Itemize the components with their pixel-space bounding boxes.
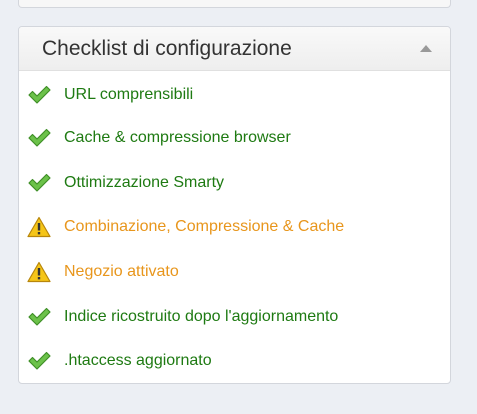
panel-header[interactable]: Checklist di configurazione [19,27,450,71]
warning-icon [27,261,51,283]
checklist-item-label: Ottimizzazione Smarty [64,174,225,191]
checklist-item-url-rewriting[interactable]: URL comprensibili [27,82,193,108]
checklist-item-label: .htaccess aggiornato [64,352,212,369]
chevron-up-icon[interactable] [416,39,436,59]
previous-panel-edge [18,0,451,8]
checklist-item-index-rebuilt[interactable]: Indice ricostruito dopo l'aggiornamento [27,304,338,330]
checklist-item-label: Combinazione, Compressione & Cache [64,218,345,235]
checklist-item-htaccess[interactable]: .htaccess aggiornato [27,348,212,374]
check-icon [27,350,51,372]
checklist-item-browser-cache[interactable]: Cache & compressione browser [27,125,291,151]
checklist-item-label: URL comprensibili [64,86,194,103]
check-icon [27,127,51,149]
checklist-item-smarty[interactable]: Ottimizzazione Smarty [27,170,224,196]
checklist-item-ccc[interactable]: Combinazione, Compressione & Cache [27,214,344,240]
check-icon [27,84,51,106]
checklist-item-label: Indice ricostruito dopo l'aggiornamento [64,308,339,325]
checklist-item-shop-enabled[interactable]: Negozio attivato [27,259,179,285]
check-icon [27,306,51,328]
panel-title: Checklist di configurazione [42,37,292,60]
checklist-item-label: Cache & compressione browser [64,129,291,146]
checklist-item-label: Negozio attivato [64,263,179,280]
configuration-checklist-panel: Checklist di configurazione URL comprens… [18,26,451,384]
warning-icon [27,216,51,238]
check-icon [27,172,51,194]
